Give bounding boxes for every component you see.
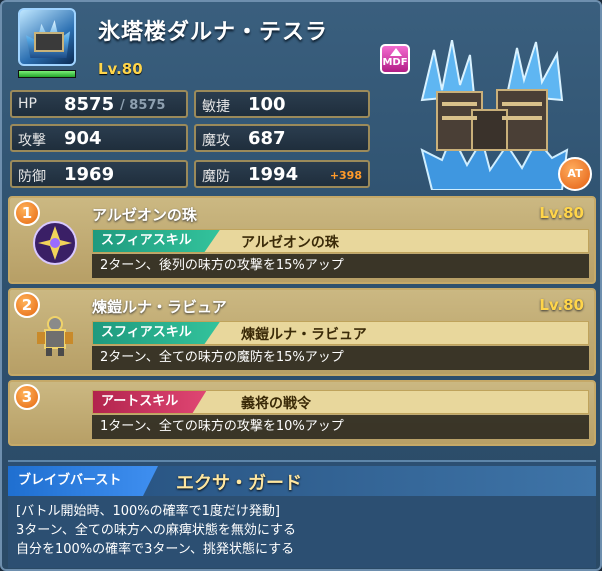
- skill-panel-2[interactable]: 2 煉鎧ルナ・ラビュア Lv.80 スフィアスキル 煉鎧ルナ・ラビュア 2ターン…: [8, 288, 596, 376]
- art-skill-tag: アートスキル: [93, 391, 207, 413]
- stat-defense: 防御 1969: [10, 160, 188, 188]
- stat-defense-value: 1969: [64, 164, 115, 185]
- unit-level: Lv.80: [98, 60, 143, 78]
- at-badge-icon[interactable]: AT: [558, 157, 592, 191]
- skill-type-row: スフィアスキル 煉鎧ルナ・ラビュア: [92, 321, 589, 345]
- stat-magic-defense-label: 魔防: [202, 169, 230, 185]
- unit-sprite: [420, 40, 569, 190]
- brave-burst-name: エクサ・ガード: [176, 473, 302, 494]
- stat-agility: 敏捷 100: [194, 90, 370, 118]
- sphere-skill-tag: スフィアスキル: [93, 230, 220, 252]
- skill-number-badge: 2: [14, 292, 40, 318]
- skill-description: 2ターン、全ての味方の魔防を15%アップ: [92, 346, 589, 370]
- stat-hp-max: / 8575: [120, 98, 166, 113]
- hp-gauge: [18, 70, 76, 78]
- armor-icon: [37, 316, 73, 356]
- brave-burst-section: ブレイブバースト エクサ・ガード [バトル開始時、100%の確率で1度だけ発動]…: [8, 460, 596, 568]
- stat-attack-label: 攻撃: [18, 133, 46, 149]
- stat-defense-label: 防御: [18, 169, 46, 185]
- unit-name: 氷塔楼ダルナ・テスラ: [98, 20, 329, 45]
- fortress-icon: [34, 32, 64, 52]
- skill-name: 煉鎧ルナ・ラビュア: [241, 327, 367, 343]
- sphere-orb-icon: [33, 221, 77, 265]
- unit-detail-panel: 氷塔楼ダルナ・テスラ Lv.80 MDF AT HP 8575 / 8575 攻…: [0, 0, 602, 571]
- skill-description: 1ターン、全ての味方の攻撃を10%アップ: [92, 415, 589, 439]
- skill-panel-3[interactable]: 3 アートスキル 義将の戦令 1ターン、全ての味方の攻撃を10%アップ: [8, 380, 596, 446]
- sphere-skill-tag: スフィアスキル: [93, 322, 220, 344]
- skill-name: アルゼオンの珠: [241, 235, 339, 251]
- skill-level: Lv.80: [539, 296, 584, 314]
- brave-burst-description: [バトル開始時、100%の確率で1度だけ発動] 3ターン、全ての味方への麻痺状態…: [16, 502, 296, 559]
- stat-magic-defense-value: 1994: [248, 164, 299, 185]
- fortress-tower-icon: [436, 89, 548, 151]
- stat-hp: HP 8575 / 8575: [10, 90, 188, 118]
- stat-attack: 攻撃 904: [10, 124, 188, 152]
- unit-avatar[interactable]: [18, 8, 76, 66]
- stat-hp-label: HP: [18, 96, 37, 112]
- stat-magic-attack: 魔攻 687: [194, 124, 370, 152]
- brave-burst-line: [バトル開始時、100%の確率で1度だけ発動]: [16, 504, 280, 519]
- stat-agility-value: 100: [248, 94, 286, 115]
- brave-burst-header: ブレイブバースト エクサ・ガード: [8, 466, 596, 496]
- skill-number-badge: 3: [14, 384, 40, 410]
- skill-type-row: スフィアスキル アルゼオンの珠: [92, 229, 589, 253]
- stat-magic-defense-bonus: +398: [329, 169, 362, 182]
- skill-title: アルゼオンの珠: [92, 206, 197, 224]
- brave-burst-label: ブレイブバースト: [8, 466, 158, 496]
- stat-hp-value: 8575: [64, 94, 115, 115]
- skill-title: 煉鎧ルナ・ラビュア: [92, 298, 227, 316]
- brave-burst-line: 3ターン、全ての味方への麻痺状態を無効にする: [16, 523, 296, 538]
- stat-agility-label: 敏捷: [202, 99, 230, 115]
- stat-magic-attack-label: 魔攻: [202, 133, 230, 149]
- skill-panel-1[interactable]: 1 アルゼオンの珠 Lv.80 スフィアスキル アルゼオンの珠 2ターン、後列の…: [8, 196, 596, 284]
- brave-burst-line: 自分を100%の確率で3ターン、挑発状態にする: [16, 542, 295, 557]
- stat-magic-defense: 魔防 1994 +398: [194, 160, 370, 188]
- skill-level: Lv.80: [539, 204, 584, 222]
- hp-gauge-fill: [19, 71, 75, 77]
- skill-name: 義将の戦令: [241, 396, 311, 412]
- stat-magic-attack-value: 687: [248, 128, 286, 149]
- mdf-badge-icon: MDF: [380, 44, 410, 74]
- stat-attack-value: 904: [64, 128, 102, 149]
- skill-number-badge: 1: [14, 200, 40, 226]
- skill-type-row: アートスキル 義将の戦令: [92, 390, 589, 414]
- skill-description: 2ターン、後列の味方の攻撃を15%アップ: [92, 254, 589, 278]
